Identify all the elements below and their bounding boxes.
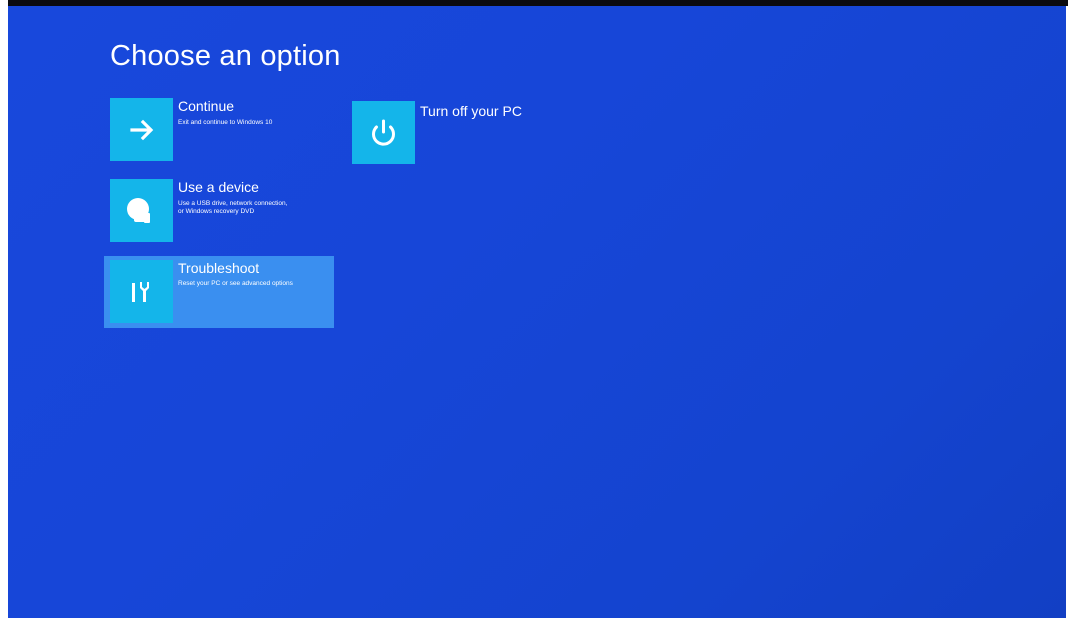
option-troubleshoot[interactable]: Troubleshoot Reset your PC or see advanc… <box>104 256 334 328</box>
option-troubleshoot-description: Reset your PC or see advanced options <box>178 280 293 287</box>
arrow-right-icon <box>130 119 154 141</box>
recovery-screen: Choose an option Continue Exit and conti… <box>8 6 1066 618</box>
image-left-margin <box>0 0 8 618</box>
option-continue[interactable]: Continue Exit and continue to Windows 10 <box>104 98 334 162</box>
troubleshoot-tile <box>110 260 173 323</box>
option-use-a-device[interactable]: Use a device Use a USB drive, network co… <box>104 179 334 243</box>
option-turn-off-your-pc[interactable]: Turn off your PC <box>346 101 536 165</box>
use-a-device-tile <box>110 179 173 242</box>
power-icon <box>372 119 395 146</box>
turn-off-tile <box>352 101 415 164</box>
option-continue-description: Exit and continue to Windows 10 <box>178 119 273 126</box>
option-turn-off-your-pc-title: Turn off your PC <box>420 103 522 119</box>
tools-icon <box>132 282 149 302</box>
page-title: Choose an option <box>110 40 341 72</box>
option-troubleshoot-title: Troubleshoot <box>178 260 260 276</box>
option-use-a-device-description-line-2: or Windows recovery DVD <box>178 208 255 215</box>
option-continue-title: Continue <box>178 98 235 114</box>
continue-tile <box>110 98 173 161</box>
device-icon <box>127 198 150 223</box>
option-use-a-device-title: Use a device <box>178 179 259 195</box>
